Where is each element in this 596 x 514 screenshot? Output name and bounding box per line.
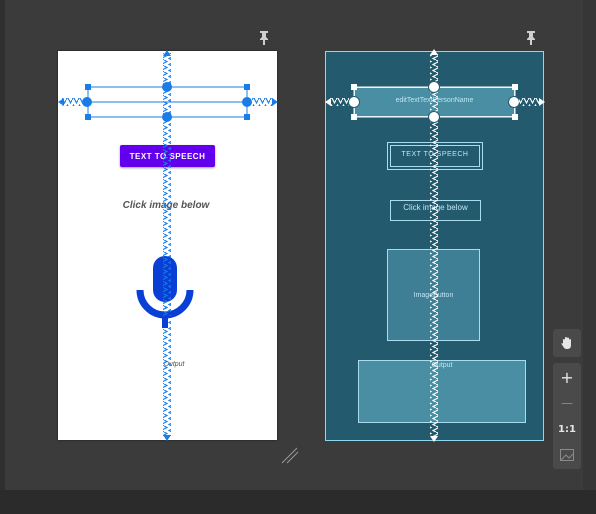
- actual-size-button[interactable]: 1:1: [553, 416, 581, 442]
- text-to-speech-button[interactable]: TEXT TO SPEECH: [120, 145, 215, 167]
- zoom-in-button[interactable]: +: [553, 364, 581, 390]
- status-bar: [0, 490, 596, 514]
- hand-icon: [561, 337, 571, 349]
- blueprint-image-button-label: ImageButton: [413, 292, 454, 299]
- zoom-out-button[interactable]: —: [553, 390, 581, 416]
- click-image-label[interactable]: Click image below: [100, 200, 232, 216]
- blueprint-tts-label: TEXT TO SPEECH: [401, 151, 469, 158]
- fit-screen-button[interactable]: [553, 442, 581, 468]
- blueprint-click-label-text: Click image below: [403, 203, 468, 212]
- zoom-controls: + — 1:1: [553, 363, 581, 469]
- fit-screen-icon: [560, 449, 574, 461]
- text-to-speech-button-label: TEXT TO SPEECH: [129, 151, 206, 161]
- pan-button[interactable]: [553, 329, 581, 357]
- blueprint-output[interactable]: [358, 360, 526, 423]
- blueprint-output-label: Output: [431, 362, 453, 369]
- right-panel-edge: [583, 0, 596, 490]
- blueprint-edittext-label: editTextTextPersonName: [395, 97, 474, 104]
- output-label[interactable]: Output: [150, 361, 198, 373]
- resize-handle-icon[interactable]: [280, 446, 300, 464]
- design-view-screen[interactable]: [58, 51, 277, 440]
- pin-icon[interactable]: [525, 30, 537, 46]
- pin-icon[interactable]: [258, 30, 270, 46]
